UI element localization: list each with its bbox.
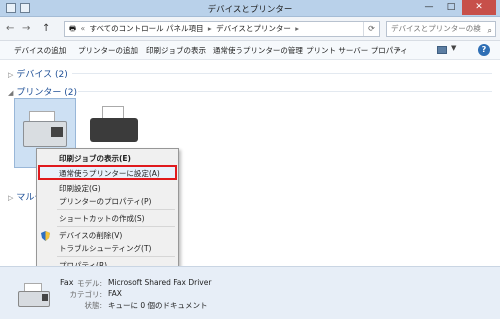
uac-shield-icon <box>41 231 50 241</box>
collapsed-chevron-icon[interactable]: ▷ <box>8 71 13 79</box>
search-input[interactable] <box>391 24 481 33</box>
breadcrumb-devices-printers[interactable]: デバイスとプリンター <box>216 24 291 33</box>
menu-item-remove-device[interactable]: デバイスの削除(V) <box>59 230 122 241</box>
collapsed-chevron-icon[interactable]: ▷ <box>8 194 13 202</box>
search-box[interactable]: ⌕ <box>386 21 496 37</box>
status-label: 状態: <box>84 301 102 310</box>
more-commands-button[interactable]: » <box>396 45 401 54</box>
menu-separator <box>57 209 175 210</box>
window-controls: — □ ✕ <box>418 0 496 15</box>
model-value: Microsoft Shared Fax Driver <box>108 278 212 287</box>
manage-default-printer-button[interactable]: 通常使うプリンターの管理 <box>213 45 303 56</box>
fax-icon <box>14 281 52 309</box>
category-label: カテゴリ: <box>69 290 102 299</box>
change-view-icon[interactable] <box>437 46 447 54</box>
address-bar-row: ← → ↑ 🖶 « すべてのコントロール パネル項目 ▸ デバイスとプリンター … <box>0 17 500 41</box>
maximize-button[interactable]: □ <box>440 0 462 15</box>
breadcrumb-all-items[interactable]: すべてのコントロール パネル項目 <box>89 24 203 33</box>
status-value: キューに 0 個のドキュメント <box>108 301 208 310</box>
help-icon[interactable]: ? <box>478 44 490 56</box>
menu-item-printer-properties[interactable]: プリンターのプロパティ(P) <box>59 196 151 207</box>
print-server-properties-button[interactable]: プリント サーバー プロパティ <box>306 45 408 56</box>
menu-item-print-settings[interactable]: 印刷設定(G) <box>59 183 101 194</box>
group-devices-label: デバイス (2) <box>16 70 68 80</box>
title-bar: デバイスとプリンター — □ ✕ <box>0 0 500 17</box>
printer-icon <box>90 118 138 142</box>
expanded-chevron-icon[interactable]: ◢ <box>8 89 13 97</box>
menu-separator <box>57 226 175 227</box>
up-button[interactable]: ↑ <box>42 23 50 34</box>
minimize-button[interactable]: — <box>418 0 440 15</box>
command-bar: デバイスの追加 プリンターの追加 印刷ジョブの表示 通常使うプリンターの管理 プ… <box>0 41 500 60</box>
add-device-button[interactable]: デバイスの追加 <box>14 45 66 56</box>
group-printers-label: プリンター (2) <box>16 88 78 98</box>
group-divider <box>78 91 492 92</box>
group-devices[interactable]: ▷ デバイス (2) <box>8 67 68 80</box>
control-panel-icon: 🖶 <box>69 24 77 33</box>
view-dropdown-icon[interactable]: ▼ <box>451 44 456 52</box>
menu-separator <box>57 256 175 257</box>
breadcrumb-overflow[interactable]: « <box>78 24 87 33</box>
address-field[interactable]: 🖶 « すべてのコントロール パネル項目 ▸ デバイスとプリンター ▸ ⟳ <box>64 21 380 37</box>
refresh-icon[interactable]: ⟳ <box>363 22 379 36</box>
context-menu: 印刷ジョブの表示(E) 通常使うプリンターに設定(A) 印刷設定(G) プリンタ… <box>36 148 179 274</box>
model-label: モデル: <box>76 279 102 288</box>
search-icon[interactable]: ⌕ <box>488 24 492 38</box>
details-pane: Fax モデル: Microsoft Shared Fax Driver カテゴ… <box>0 266 500 319</box>
fax-keypad-icon <box>51 127 63 137</box>
printer-device-tile[interactable] <box>84 106 146 154</box>
close-button[interactable]: ✕ <box>462 0 496 15</box>
group-divider <box>72 73 492 74</box>
show-print-jobs-button[interactable]: 印刷ジョブの表示 <box>146 45 206 56</box>
breadcrumb-separator-icon[interactable]: ▸ <box>206 24 214 33</box>
menu-item-create-shortcut[interactable]: ショートカットの作成(S) <box>59 213 145 224</box>
category-value: FAX <box>108 289 122 298</box>
forward-button[interactable]: → <box>22 23 30 34</box>
menu-item-troubleshoot[interactable]: トラブルシューティング(T) <box>59 243 151 254</box>
group-printers[interactable]: ◢ プリンター (2) <box>8 85 77 98</box>
menu-item-show-print-jobs[interactable]: 印刷ジョブの表示(E) <box>59 153 131 164</box>
menu-item-set-default-printer[interactable]: 通常使うプリンターに設定(A) <box>59 168 160 179</box>
add-printer-button[interactable]: プリンターの追加 <box>78 45 138 56</box>
breadcrumb-separator-icon[interactable]: ▸ <box>293 24 301 33</box>
back-button[interactable]: ← <box>6 23 14 34</box>
